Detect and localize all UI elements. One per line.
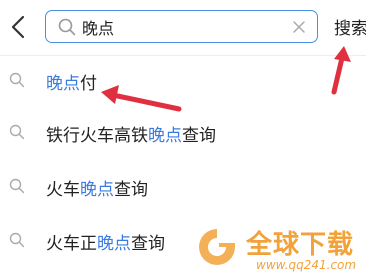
suggestion-prefix: 铁行火车高铁: [46, 126, 148, 146]
suggestion-highlight: 晚点: [46, 74, 80, 94]
suggestion-suffix: 查询: [131, 234, 165, 254]
suggestion-item[interactable]: 晚点付: [0, 56, 366, 106]
suggestion-highlight: 晚点: [80, 180, 114, 200]
suggestion-suffix: 查询: [114, 180, 148, 200]
search-input[interactable]: [82, 14, 282, 39]
top-bar: 搜索: [0, 0, 366, 54]
suggestion-text: 铁行火车高铁晚点查询: [46, 121, 216, 146]
watermark-text: 全球下载: [246, 230, 355, 260]
search-icon: [58, 18, 76, 36]
search-icon: [9, 232, 25, 248]
suggestion-suffix: 付: [80, 74, 97, 94]
suggestion-prefix: 火车: [46, 180, 80, 200]
suggestion-suffix: 查询: [182, 126, 216, 146]
suggestion-highlight: 晚点: [148, 126, 182, 146]
suggestion-item[interactable]: 铁行火车高铁晚点查询: [0, 108, 366, 158]
suggestion-text: 火车正晚点查询: [46, 229, 165, 254]
search-box[interactable]: [45, 10, 318, 43]
search-icon: [9, 178, 25, 194]
suggestion-highlight: 晚点: [97, 234, 131, 254]
suggestion-item[interactable]: 火车晚点查询: [0, 162, 366, 212]
suggestion-text: 晚点付: [46, 69, 97, 94]
chevron-left-icon: [11, 15, 25, 39]
watermark: 全球下载 www.qq241.com: [190, 222, 366, 276]
watermark-logo-icon: [199, 229, 235, 265]
clear-icon[interactable]: [290, 18, 308, 36]
search-icon: [9, 72, 25, 88]
back-button[interactable]: [6, 12, 32, 42]
search-icon: [9, 124, 25, 140]
suggestion-prefix: 火车正: [46, 234, 97, 254]
search-button[interactable]: 搜索: [334, 14, 366, 39]
suggestion-text: 火车晚点查询: [46, 175, 148, 200]
watermark-url: www.qq241.com: [256, 258, 357, 272]
